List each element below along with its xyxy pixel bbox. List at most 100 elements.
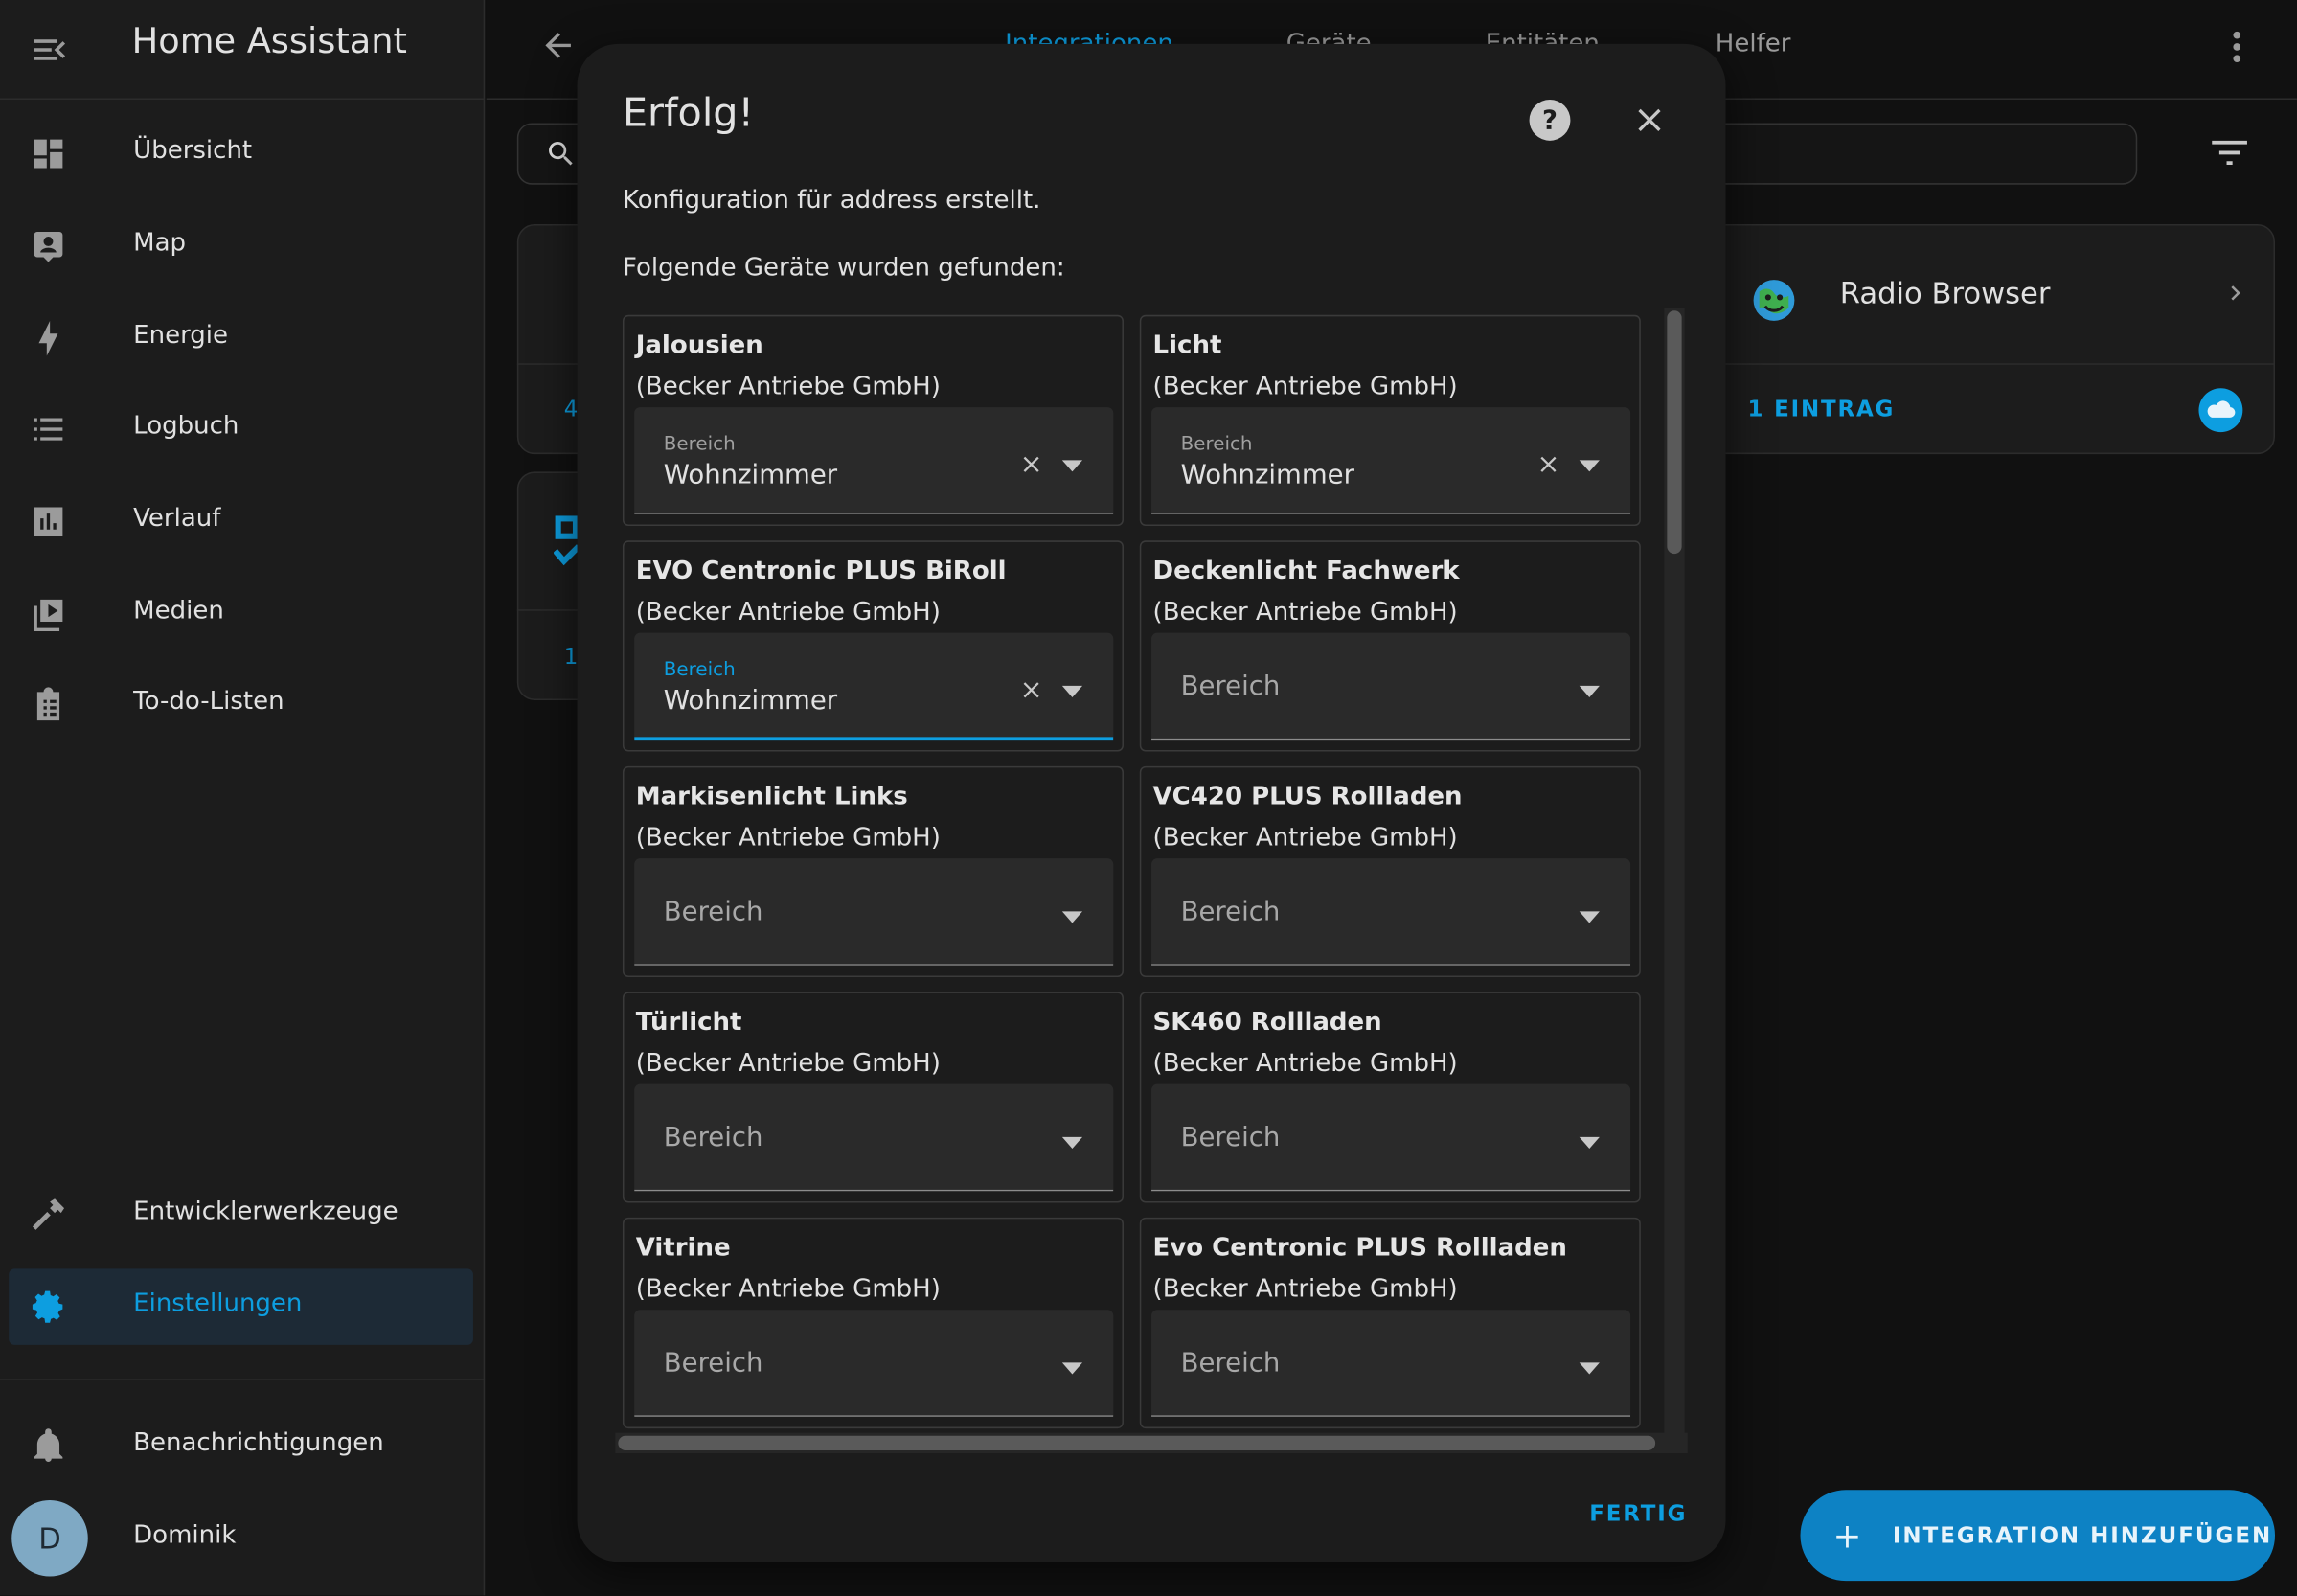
device-manufacturer: (Becker Antriebe GmbH) [1152,372,1458,402]
sidebar-item-map[interactable]: Map [9,208,473,285]
menu-down-icon[interactable] [1579,1362,1600,1375]
device-name: Jalousien [635,331,763,361]
device-name: Markisenlicht Links [635,782,908,812]
device-card: Jalousien (Becker Antriebe GmbH) Bereich… [622,314,1124,527]
add-integration-label: INTEGRATION HINZUFÜGEN [1892,1521,2273,1549]
horizontal-scrollbar-thumb[interactable] [618,1435,1656,1451]
area-select[interactable]: Bereich [1151,1310,1631,1417]
sidebar-item-developer-tools[interactable]: Entwicklerwerkzeuge [9,1176,473,1253]
menu-down-icon[interactable] [1061,1362,1083,1375]
area-select[interactable]: Bereich [1151,1083,1631,1192]
device-manufacturer: (Becker Antriebe GmbH) [635,823,941,854]
device-card: SK460 Rollladen (Becker Antriebe GmbH) B… [1139,992,1641,1203]
area-select-placeholder: Bereich [663,1122,763,1153]
area-select-label: Bereich [1180,433,1253,456]
sidebar-item-settings[interactable]: Einstellungen [9,1268,473,1345]
filter-icon[interactable] [2209,135,2250,171]
card-entry-count: 1 [563,643,579,670]
sidebar-item-label: Benachrichtigungen [133,1428,384,1458]
sidebar: Home Assistant Übersicht Map Energie Log… [0,0,486,1596]
device-manufacturer: (Becker Antriebe GmbH) [1152,1048,1458,1079]
menu-down-icon[interactable] [1061,911,1083,923]
sidebar-item-label: To-do-Listen [133,687,284,717]
device-manufacturer: (Becker Antriebe GmbH) [1152,1274,1458,1305]
area-select[interactable]: Bereich Wohnzimmer [1151,407,1631,514]
sidebar-item-notifications[interactable]: Benachrichtigungen [9,1408,473,1485]
area-select[interactable]: Bereich [1151,858,1631,966]
device-card: Markisenlicht Links (Becker Antriebe Gmb… [622,765,1124,978]
area-select-value: Wohnzimmer [663,685,838,717]
dashboard-icon [34,139,63,169]
more-vert-icon[interactable] [2222,30,2252,65]
cog-icon [32,1290,63,1323]
device-manufacturer: (Becker Antriebe GmbH) [635,372,941,402]
menu-open-icon[interactable] [30,30,71,71]
menu-down-icon[interactable] [1579,460,1600,472]
sidebar-item-todo[interactable]: To-do-Listen [9,667,473,743]
area-select-placeholder: Bereich [1180,896,1281,928]
done-button[interactable]: FERTIG [1589,1500,1687,1527]
format-list-bulleted-icon [34,418,63,441]
chevron-right-icon[interactable] [2220,279,2250,308]
help-icon[interactable]: ? [1528,98,1572,142]
area-select-placeholder: Bereich [663,1347,763,1379]
sidebar-item-history[interactable]: Verlauf [9,484,473,560]
device-name: SK460 Rollladen [1152,1008,1382,1037]
avatar[interactable]: D [11,1500,88,1577]
area-select-placeholder: Bereich [1180,1122,1281,1153]
search-icon [549,141,573,166]
dialog-title: Erfolg! [622,90,755,137]
area-select[interactable]: Bereich Wohnzimmer [634,407,1114,514]
device-card: Licht (Becker Antriebe GmbH) Bereich Woh… [1139,314,1641,527]
sidebar-item-user[interactable]: Dominik [88,1500,473,1577]
device-name: Licht [1152,331,1222,361]
area-select[interactable]: Bereich [634,1310,1114,1417]
sidebar-item-energy[interactable]: Energie [9,301,473,377]
sidebar-item-label: Entwicklerwerkzeuge [133,1197,398,1227]
device-manufacturer: (Becker Antriebe GmbH) [635,1048,941,1079]
sidebar-item-logbook[interactable]: Logbuch [9,391,473,467]
map-account-icon [34,232,63,262]
area-select[interactable]: Bereich [634,858,1114,966]
area-select-placeholder: Bereich [1180,671,1281,702]
menu-down-icon[interactable] [1061,685,1083,697]
device-name: Vitrine [635,1233,731,1264]
sidebar-item-label: Verlauf [133,504,221,534]
area-select-label: Bereich [663,433,736,456]
device-name: VC420 PLUS Rollladen [1152,782,1463,812]
device-name: Evo Centronic PLUS Rollladen [1152,1233,1567,1264]
tab-helpers[interactable]: Helfer [1716,30,1791,59]
menu-down-icon[interactable] [1579,685,1600,697]
menu-down-icon[interactable] [1579,911,1600,923]
area-select[interactable]: Bereich Wohnzimmer [634,632,1114,741]
sidebar-item-media[interactable]: Medien [9,576,473,652]
integration-entry-count[interactable]: 1 EINTRAG [1747,396,1895,422]
area-select-value: Wohnzimmer [663,460,838,491]
sidebar-item-overview[interactable]: Übersicht [9,116,473,193]
device-name: Deckenlicht Fachwerk [1152,557,1460,586]
arrow-left-icon[interactable] [539,27,578,65]
menu-down-icon[interactable] [1579,1136,1600,1149]
clipboard-list-icon [36,687,60,721]
area-select[interactable]: Bereich [634,1083,1114,1192]
area-select[interactable]: Bereich [1151,632,1631,741]
device-name: EVO Centronic PLUS BiRoll [635,557,1007,586]
close-icon[interactable] [1630,102,1669,140]
clear-icon[interactable] [1535,451,1562,478]
vertical-scrollbar-thumb[interactable] [1667,310,1682,555]
device-manufacturer: (Becker Antriebe GmbH) [635,597,941,627]
hammer-icon [32,1198,65,1230]
device-card: VC420 PLUS Rollladen (Becker Antriebe Gm… [1139,765,1641,978]
clear-icon[interactable] [1018,677,1045,704]
menu-down-icon[interactable] [1061,460,1083,472]
device-list[interactable]: Jalousien (Becker Antriebe GmbH) Bereich… [615,308,1687,1456]
sidebar-item-label: Logbuch [133,411,239,442]
sidebar-item-label: Energie [133,320,229,351]
device-card: Türlicht (Becker Antriebe GmbH) Bereich [622,992,1124,1203]
devices-heading: Folgende Geräte wurden gefunden: [622,253,1065,284]
integration-name: Radio Browser [1839,275,2051,311]
play-box-multiple-icon [34,599,63,632]
menu-down-icon[interactable] [1061,1136,1083,1149]
clear-icon[interactable] [1018,451,1045,478]
area-select-placeholder: Bereich [1180,1347,1281,1379]
